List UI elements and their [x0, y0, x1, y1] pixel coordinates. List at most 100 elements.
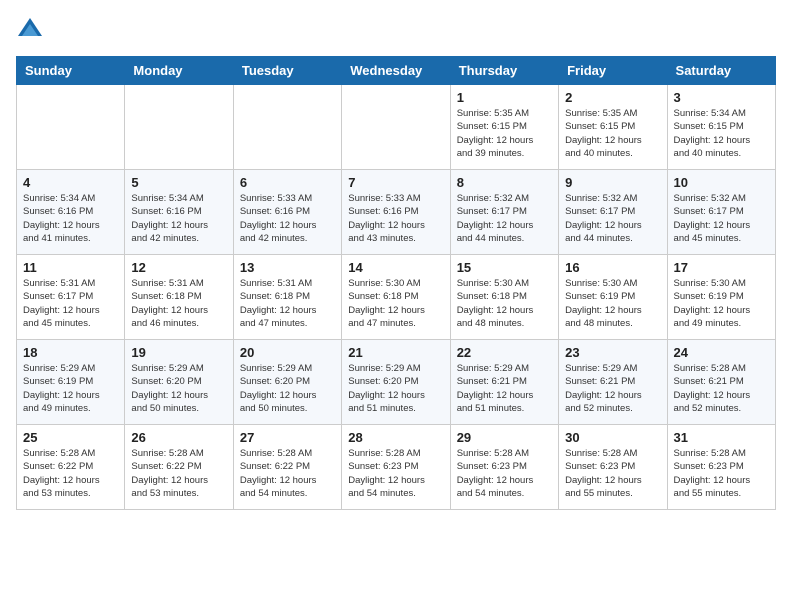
- day-number: 5: [131, 175, 226, 190]
- day-number: 31: [674, 430, 769, 445]
- day-number: 7: [348, 175, 443, 190]
- day-number: 27: [240, 430, 335, 445]
- calendar-cell: 14Sunrise: 5:30 AM Sunset: 6:18 PM Dayli…: [342, 255, 450, 340]
- day-info: Sunrise: 5:29 AM Sunset: 6:21 PM Dayligh…: [565, 362, 660, 415]
- calendar-cell: [17, 85, 125, 170]
- calendar-cell: 30 Sunrise: 5:28 AM Sunset: 6:23 PM Dayli…: [559, 425, 667, 510]
- day-info: Sunrise: 5:30 AM Sunset: 6:19 PM Dayligh…: [565, 277, 660, 330]
- day-number: 9: [565, 175, 660, 190]
- day-number: 13: [240, 260, 335, 275]
- day-number: 19: [131, 345, 226, 360]
- calendar-week-row: 4Sunrise: 5:34 AM Sunset: 6:16 PM Daylig…: [17, 170, 776, 255]
- calendar-week-row: 18Sunrise: 5:29 AM Sunset: 6:19 PM Dayli…: [17, 340, 776, 425]
- calendar-cell: 7 Sunrise: 5:33 AM Sunset: 6:16 PM Daylig…: [342, 170, 450, 255]
- day-info: Sunrise: 5:31 AM Sunset: 6:17 PM Dayligh…: [23, 277, 118, 330]
- calendar-cell: 18Sunrise: 5:29 AM Sunset: 6:19 PM Dayli…: [17, 340, 125, 425]
- day-number: 22: [457, 345, 552, 360]
- calendar-cell: 28 Sunrise: 5:28 AM Sunset: 6:23 PM Dayli…: [342, 425, 450, 510]
- calendar-cell: 10Sunrise: 5:32 AM Sunset: 6:17 PM Dayli…: [667, 170, 775, 255]
- calendar-cell: 15 Sunrise: 5:30 AM Sunset: 6:18 PM Dayli…: [450, 255, 558, 340]
- calendar-table: SundayMondayTuesdayWednesdayThursdayFrid…: [16, 56, 776, 510]
- day-info: Sunrise: 5:29 AM Sunset: 6:21 PM Dayligh…: [457, 362, 552, 415]
- day-number: 26: [131, 430, 226, 445]
- day-info: Sunrise: 5:32 AM Sunset: 6:17 PM Dayligh…: [565, 192, 660, 245]
- day-info: Sunrise: 5:34 AM Sunset: 6:15 PM Dayligh…: [674, 107, 769, 160]
- day-number: 23: [565, 345, 660, 360]
- day-info: Sunrise: 5:28 AM Sunset: 6:22 PM Dayligh…: [240, 447, 335, 500]
- calendar-cell: 31Sunrise: 5:28 AM Sunset: 6:23 PM Dayli…: [667, 425, 775, 510]
- day-info: Sunrise: 5:28 AM Sunset: 6:22 PM Dayligh…: [131, 447, 226, 500]
- day-number: 10: [674, 175, 769, 190]
- weekday-header-wednesday: Wednesday: [342, 57, 450, 85]
- calendar-cell: 19 Sunrise: 5:29 AM Sunset: 6:20 PM Dayli…: [125, 340, 233, 425]
- weekday-header-tuesday: Tuesday: [233, 57, 341, 85]
- calendar-cell: 1 Sunrise: 5:35 AM Sunset: 6:15 PM Daylig…: [450, 85, 558, 170]
- day-info: Sunrise: 5:30 AM Sunset: 6:18 PM Dayligh…: [457, 277, 552, 330]
- day-number: 16: [565, 260, 660, 275]
- weekday-header-thursday: Thursday: [450, 57, 558, 85]
- calendar-cell: 24Sunrise: 5:28 AM Sunset: 6:21 PM Dayli…: [667, 340, 775, 425]
- calendar-week-row: 11 Sunrise: 5:31 AM Sunset: 6:17 PM Dayli…: [17, 255, 776, 340]
- page-header: [16, 16, 776, 44]
- calendar-cell: 13 Sunrise: 5:31 AM Sunset: 6:18 PM Dayli…: [233, 255, 341, 340]
- day-number: 3: [674, 90, 769, 105]
- logo-icon: [16, 16, 44, 44]
- day-info: Sunrise: 5:34 AM Sunset: 6:16 PM Dayligh…: [131, 192, 226, 245]
- day-info: Sunrise: 5:35 AM Sunset: 6:15 PM Dayligh…: [457, 107, 552, 160]
- day-info: Sunrise: 5:29 AM Sunset: 6:20 PM Dayligh…: [131, 362, 226, 415]
- calendar-cell: [233, 85, 341, 170]
- day-number: 21: [348, 345, 443, 360]
- calendar-cell: 2 Sunrise: 5:35 AM Sunset: 6:15 PM Daylig…: [559, 85, 667, 170]
- calendar-cell: 3 Sunrise: 5:34 AM Sunset: 6:15 PM Daylig…: [667, 85, 775, 170]
- day-number: 2: [565, 90, 660, 105]
- day-info: Sunrise: 5:30 AM Sunset: 6:19 PM Dayligh…: [674, 277, 769, 330]
- calendar-cell: 20Sunrise: 5:29 AM Sunset: 6:20 PM Dayli…: [233, 340, 341, 425]
- calendar-cell: 5 Sunrise: 5:34 AM Sunset: 6:16 PM Daylig…: [125, 170, 233, 255]
- calendar-cell: 21 Sunrise: 5:29 AM Sunset: 6:20 PM Dayli…: [342, 340, 450, 425]
- day-info: Sunrise: 5:29 AM Sunset: 6:19 PM Dayligh…: [23, 362, 118, 415]
- calendar-cell: 27 Sunrise: 5:28 AM Sunset: 6:22 PM Dayli…: [233, 425, 341, 510]
- day-info: Sunrise: 5:33 AM Sunset: 6:16 PM Dayligh…: [348, 192, 443, 245]
- day-info: Sunrise: 5:28 AM Sunset: 6:23 PM Dayligh…: [565, 447, 660, 500]
- calendar-cell: 23 Sunrise: 5:29 AM Sunset: 6:21 PM Dayli…: [559, 340, 667, 425]
- weekday-header-sunday: Sunday: [17, 57, 125, 85]
- calendar-cell: 25 Sunrise: 5:28 AM Sunset: 6:22 PM Dayli…: [17, 425, 125, 510]
- day-info: Sunrise: 5:35 AM Sunset: 6:15 PM Dayligh…: [565, 107, 660, 160]
- day-info: Sunrise: 5:29 AM Sunset: 6:20 PM Dayligh…: [348, 362, 443, 415]
- day-info: Sunrise: 5:28 AM Sunset: 6:22 PM Dayligh…: [23, 447, 118, 500]
- calendar-cell: 26 Sunrise: 5:28 AM Sunset: 6:22 PM Dayli…: [125, 425, 233, 510]
- calendar-cell: 12 Sunrise: 5:31 AM Sunset: 6:18 PM Dayli…: [125, 255, 233, 340]
- day-number: 12: [131, 260, 226, 275]
- day-info: Sunrise: 5:28 AM Sunset: 6:21 PM Dayligh…: [674, 362, 769, 415]
- day-number: 28: [348, 430, 443, 445]
- weekday-header-monday: Monday: [125, 57, 233, 85]
- day-info: Sunrise: 5:33 AM Sunset: 6:16 PM Dayligh…: [240, 192, 335, 245]
- day-number: 15: [457, 260, 552, 275]
- day-info: Sunrise: 5:31 AM Sunset: 6:18 PM Dayligh…: [131, 277, 226, 330]
- calendar-cell: 9 Sunrise: 5:32 AM Sunset: 6:17 PM Daylig…: [559, 170, 667, 255]
- day-info: Sunrise: 5:30 AM Sunset: 6:18 PM Dayligh…: [348, 277, 443, 330]
- day-number: 29: [457, 430, 552, 445]
- day-info: Sunrise: 5:34 AM Sunset: 6:16 PM Dayligh…: [23, 192, 118, 245]
- day-number: 8: [457, 175, 552, 190]
- day-number: 30: [565, 430, 660, 445]
- calendar-cell: [125, 85, 233, 170]
- logo: [16, 16, 48, 44]
- calendar-cell: 16 Sunrise: 5:30 AM Sunset: 6:19 PM Dayli…: [559, 255, 667, 340]
- day-info: Sunrise: 5:31 AM Sunset: 6:18 PM Dayligh…: [240, 277, 335, 330]
- day-number: 25: [23, 430, 118, 445]
- day-number: 11: [23, 260, 118, 275]
- day-number: 17: [674, 260, 769, 275]
- calendar-cell: [342, 85, 450, 170]
- calendar-cell: 17 Sunrise: 5:30 AM Sunset: 6:19 PM Dayli…: [667, 255, 775, 340]
- calendar-cell: 29 Sunrise: 5:28 AM Sunset: 6:23 PM Dayli…: [450, 425, 558, 510]
- day-number: 6: [240, 175, 335, 190]
- day-number: 20: [240, 345, 335, 360]
- day-number: 1: [457, 90, 552, 105]
- weekday-header-friday: Friday: [559, 57, 667, 85]
- day-info: Sunrise: 5:28 AM Sunset: 6:23 PM Dayligh…: [457, 447, 552, 500]
- day-info: Sunrise: 5:28 AM Sunset: 6:23 PM Dayligh…: [348, 447, 443, 500]
- calendar-cell: 4Sunrise: 5:34 AM Sunset: 6:16 PM Daylig…: [17, 170, 125, 255]
- calendar-cell: 11 Sunrise: 5:31 AM Sunset: 6:17 PM Dayli…: [17, 255, 125, 340]
- calendar-week-row: 1 Sunrise: 5:35 AM Sunset: 6:15 PM Daylig…: [17, 85, 776, 170]
